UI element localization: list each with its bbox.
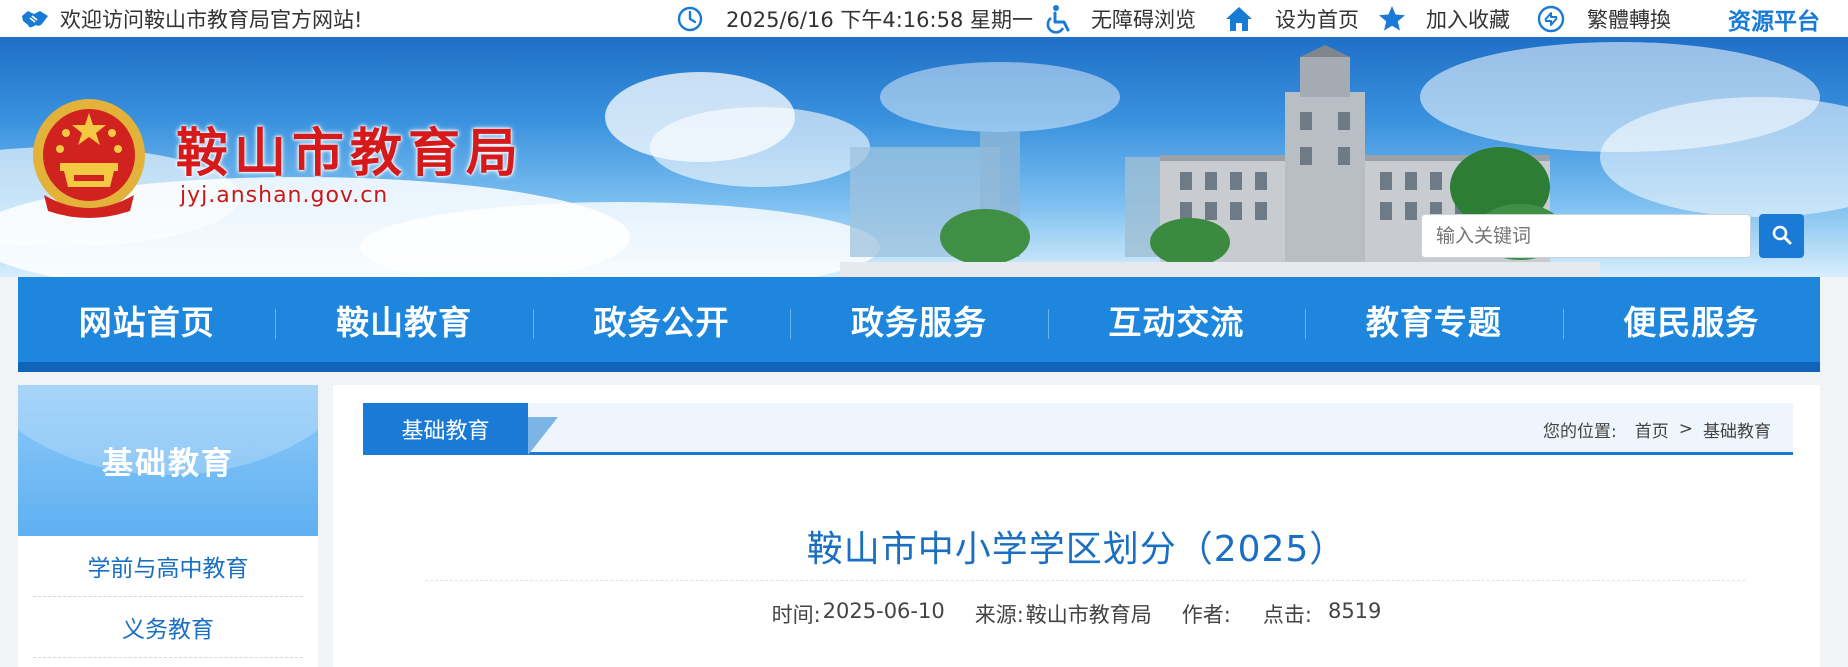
nav-government-services[interactable]: 政务服务 xyxy=(790,277,1047,362)
article-title: 鞍山市中小学学区划分（2025） xyxy=(806,529,1347,570)
home-icon xyxy=(1225,6,1253,32)
breadcrumb-current[interactable]: 基础教育 xyxy=(1703,417,1771,442)
meta-clicks: 点击: 8519 xyxy=(1262,599,1382,627)
meta-source: 来源: 鞍山市教育局 xyxy=(974,603,1152,627)
nav-government-affairs[interactable]: 政务公开 xyxy=(532,277,790,362)
tab-decoration xyxy=(528,417,558,455)
breadcrumb-bar: 基础教育 您的位置: 首页 > 基础教育 xyxy=(363,403,1793,455)
header-banner: 鞍山市教育局 jyj.anshan.gov.cn xyxy=(0,37,1848,277)
breadcrumb: 您的位置: 首页 > 基础教育 xyxy=(1543,403,1771,455)
nav-home[interactable]: 网站首页 xyxy=(18,277,275,362)
article-content: 基础教育 您的位置: 首页 > 基础教育 鞍山市中小学学区划分（2025） 时间… xyxy=(333,385,1820,667)
search-icon xyxy=(1772,225,1792,248)
meta-time: 时间: 2025-06-10 xyxy=(771,599,945,627)
welcome-message: 欢迎访问鞍山市教育局官方网站! xyxy=(20,0,362,37)
convert-icon xyxy=(1537,5,1565,33)
breadcrumb-home[interactable]: 首页 xyxy=(1635,417,1669,442)
section-tab[interactable]: 基础教育 xyxy=(363,403,528,455)
resource-platform-link[interactable]: 资源平台 xyxy=(1728,0,1820,37)
site-title: 鞍山市教育局 xyxy=(176,123,525,184)
star-icon xyxy=(1378,5,1406,32)
sidebar-item-compulsory-education[interactable]: 义务教育 xyxy=(33,597,303,658)
sidebar: 基础教育 学前与高中教育 义务教育 xyxy=(18,385,318,667)
traditional-chinese-link[interactable]: 繁體轉換 xyxy=(1537,0,1671,37)
set-homepage-link[interactable]: 设为首页 xyxy=(1225,0,1359,37)
meta-author: 作者: xyxy=(1181,603,1231,627)
search-button[interactable] xyxy=(1759,214,1804,258)
top-utility-bar: 欢迎访问鞍山市教育局官方网站! 2025/6/16 下午4:16:58 星期一 … xyxy=(0,0,1848,37)
add-favorite-link[interactable]: 加入收藏 xyxy=(1378,0,1510,37)
title-divider xyxy=(425,580,1745,581)
clock-icon xyxy=(676,5,704,33)
breadcrumb-label: 您的位置: xyxy=(1543,421,1617,442)
breadcrumb-separator: > xyxy=(1678,419,1693,439)
article-meta: 时间: 2025-06-10 来源: 鞍山市教育局 作者: 点击: 8519 xyxy=(333,599,1820,629)
national-emblem-logo xyxy=(30,95,148,223)
search-input[interactable] xyxy=(1421,214,1751,258)
nav-interaction[interactable]: 互动交流 xyxy=(1047,277,1305,362)
site-domain: jyj.anshan.gov.cn xyxy=(180,183,389,208)
sidebar-heading: 基础教育 xyxy=(18,385,318,536)
datetime: 2025/6/16 下午4:16:58 星期一 xyxy=(676,0,1033,37)
sidebar-item-preschool-high-school[interactable]: 学前与高中教育 xyxy=(33,536,303,597)
nav-public-services[interactable]: 便民服务 xyxy=(1562,277,1820,362)
nav-education-topics[interactable]: 教育专题 xyxy=(1305,277,1562,362)
main-navigation: 网站首页 鞍山教育 政务公开 政务服务 互动交流 教育专题 便民服务 xyxy=(18,277,1820,372)
accessible-browse-link[interactable]: 无障碍浏览 xyxy=(1045,0,1196,37)
wheelchair-icon xyxy=(1045,4,1073,34)
nav-anshan-education[interactable]: 鞍山教育 xyxy=(275,277,532,362)
handshake-icon xyxy=(20,8,50,30)
